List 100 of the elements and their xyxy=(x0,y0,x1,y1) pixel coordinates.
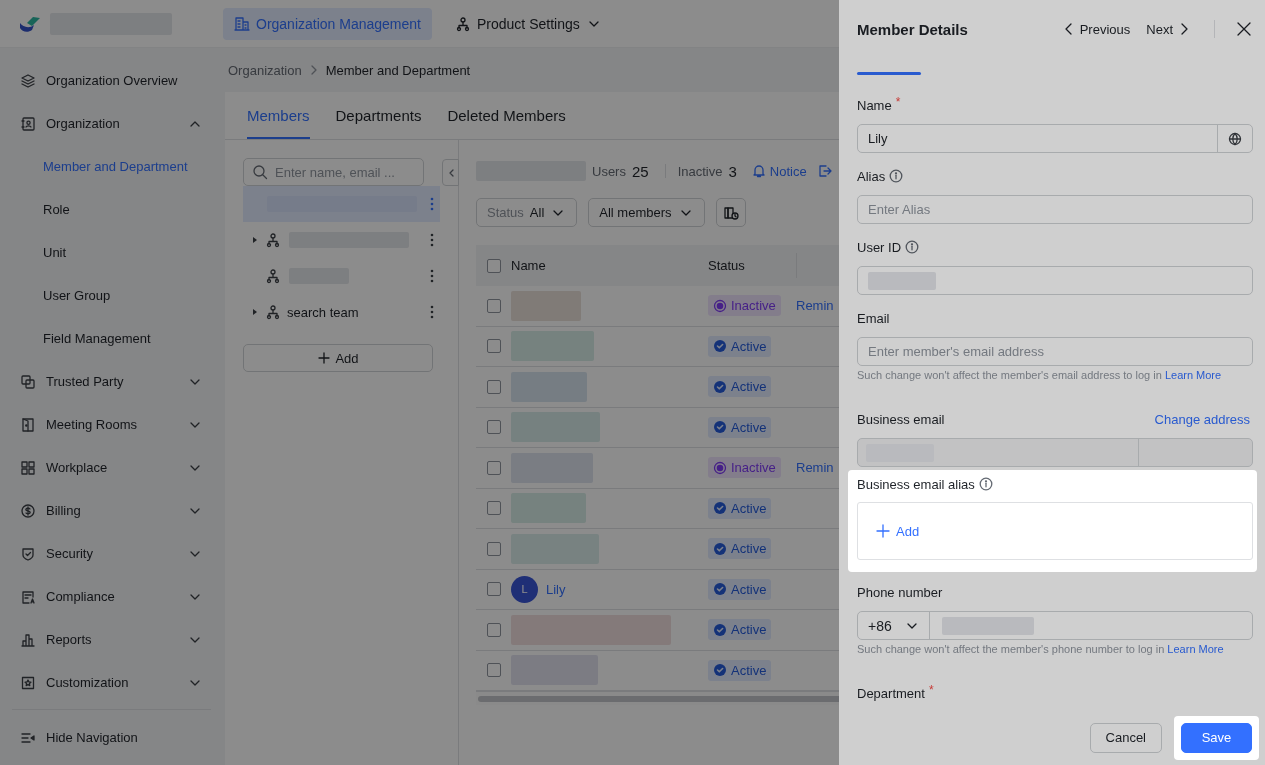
filter-dropdown[interactable]: All members xyxy=(588,198,705,227)
sidebar-item[interactable]: Unit xyxy=(12,231,211,274)
filter-dropdown[interactable]: Status All xyxy=(476,198,578,227)
field-label: Department xyxy=(857,685,925,701)
checkbox[interactable] xyxy=(486,420,501,435)
checkbox[interactable] xyxy=(486,663,501,678)
nav-tab[interactable]: Product Settings xyxy=(444,7,613,40)
layers-icon xyxy=(20,72,36,89)
radio-dot-icon xyxy=(713,460,727,475)
check-circle-icon xyxy=(713,379,727,394)
checkbox[interactable] xyxy=(486,339,501,354)
sidebar-item[interactable]: Billing xyxy=(12,489,211,532)
tab[interactable]: Deleted Members xyxy=(447,92,566,139)
status-badge: Inactive xyxy=(708,295,781,317)
shield-check-icon xyxy=(20,545,36,562)
sidebar-item[interactable]: Trusted Party xyxy=(12,360,211,403)
more-icon[interactable] xyxy=(430,232,434,248)
sidebar-item[interactable]: Field Management xyxy=(12,317,211,360)
country-code-select[interactable]: +86 xyxy=(858,612,930,639)
help-text: Such change won't affect the member's phone number to log in Learn More xyxy=(857,643,1225,655)
plus-icon xyxy=(876,524,890,538)
stat-value: 3 xyxy=(728,162,737,180)
input-field[interactable] xyxy=(857,266,1253,295)
tab[interactable]: Departments xyxy=(335,92,422,139)
hide-navigation-button[interactable]: Hide Navigation xyxy=(12,716,211,759)
grid-icon xyxy=(20,459,36,476)
sidebar-item[interactable]: Organization Overview xyxy=(12,59,211,102)
learn-more-link[interactable]: Learn More xyxy=(1164,369,1222,381)
more-icon[interactable] xyxy=(430,268,434,284)
add-button[interactable]: Add xyxy=(243,344,433,372)
check-circle-icon xyxy=(713,582,727,597)
exit-icon[interactable] xyxy=(816,163,833,179)
help-text: Such change won't affect the member's email address to log in Learn More xyxy=(857,369,1223,381)
remind-link[interactable]: Remin xyxy=(796,298,834,314)
field-label: Alias xyxy=(857,168,886,184)
sidebar-item[interactable]: Reports xyxy=(12,618,211,661)
previous-button[interactable]: Previous xyxy=(1060,21,1131,37)
status-badge: Active xyxy=(708,659,772,681)
sidebar-item[interactable]: Workplace xyxy=(12,446,211,489)
input-field[interactable]: Lily xyxy=(857,124,1253,153)
input-field[interactable]: Enter member's email address xyxy=(857,337,1253,366)
nav-tab[interactable]: Organization Management xyxy=(223,7,432,40)
sidebar-item[interactable]: Security xyxy=(12,532,211,575)
cancel-button[interactable]: Cancel xyxy=(1089,722,1162,753)
globe-icon[interactable] xyxy=(1228,131,1242,146)
star-frame-icon xyxy=(20,674,36,691)
phone-field[interactable]: +86 xyxy=(857,611,1253,640)
column-header: Status xyxy=(708,258,746,273)
remind-link[interactable]: Remin xyxy=(796,460,834,476)
avatar: L xyxy=(511,575,538,603)
more-icon[interactable] xyxy=(430,304,434,320)
status-badge: Active xyxy=(708,376,772,398)
check-circle-icon xyxy=(713,420,727,435)
radio-dot-icon xyxy=(713,298,727,313)
status-badge: Active xyxy=(708,578,772,600)
sidebar-item[interactable]: Compliance xyxy=(12,575,211,618)
learn-more-link[interactable]: Learn More xyxy=(1167,643,1224,655)
checkbox[interactable] xyxy=(486,541,501,556)
sidebar-item[interactable]: User Group xyxy=(12,274,211,317)
org-chart-icon xyxy=(265,268,281,284)
field-label: Business email xyxy=(857,411,945,427)
sidebar-item[interactable]: Member and Department xyxy=(12,145,211,188)
checkbox[interactable] xyxy=(486,298,501,313)
checkbox[interactable] xyxy=(486,258,501,273)
sidebar-item[interactable]: Role xyxy=(12,188,211,231)
field-label: User ID xyxy=(857,239,902,255)
check-circle-icon xyxy=(713,501,727,516)
tab-indicator xyxy=(857,72,921,75)
tab[interactable]: Members xyxy=(247,92,310,139)
collapse-panel-button[interactable] xyxy=(442,159,459,186)
column-settings-button[interactable] xyxy=(715,198,746,227)
tree-node[interactable]: search team xyxy=(243,294,440,330)
form-icon xyxy=(20,588,36,605)
next-button[interactable]: Next xyxy=(1146,21,1192,37)
check-circle-icon xyxy=(713,622,727,637)
checkbox[interactable] xyxy=(486,379,501,394)
close-icon[interactable] xyxy=(1235,20,1253,38)
checkbox[interactable] xyxy=(486,501,501,516)
more-icon[interactable] xyxy=(430,196,434,212)
member-name-link[interactable]: Lily xyxy=(546,581,566,597)
breadcrumb-link[interactable]: Organization xyxy=(228,62,302,78)
drawer-title: Member Details xyxy=(857,20,969,38)
contact-card-icon xyxy=(20,115,36,132)
notice-link[interactable]: Notice xyxy=(750,163,807,179)
check-circle-icon xyxy=(713,663,727,678)
org-chart-icon xyxy=(265,232,281,248)
status-badge: Active xyxy=(708,497,772,519)
sidebar-item[interactable]: Organization xyxy=(12,102,211,145)
checkbox[interactable] xyxy=(486,582,501,597)
save-button[interactable]: Save xyxy=(1181,722,1252,753)
status-badge: Active xyxy=(708,538,772,560)
sidebar-item[interactable]: Meeting Rooms xyxy=(12,403,211,446)
required-mark: * xyxy=(895,95,901,109)
add-alias-button[interactable]: Add xyxy=(876,523,920,539)
checkbox[interactable] xyxy=(486,622,501,637)
sidebar-item[interactable]: Customization xyxy=(12,661,211,704)
status-badge: Active xyxy=(708,335,772,357)
field-label: Phone number xyxy=(857,584,943,600)
input-field[interactable]: Enter Alias xyxy=(857,195,1253,224)
checkbox[interactable] xyxy=(486,460,501,475)
